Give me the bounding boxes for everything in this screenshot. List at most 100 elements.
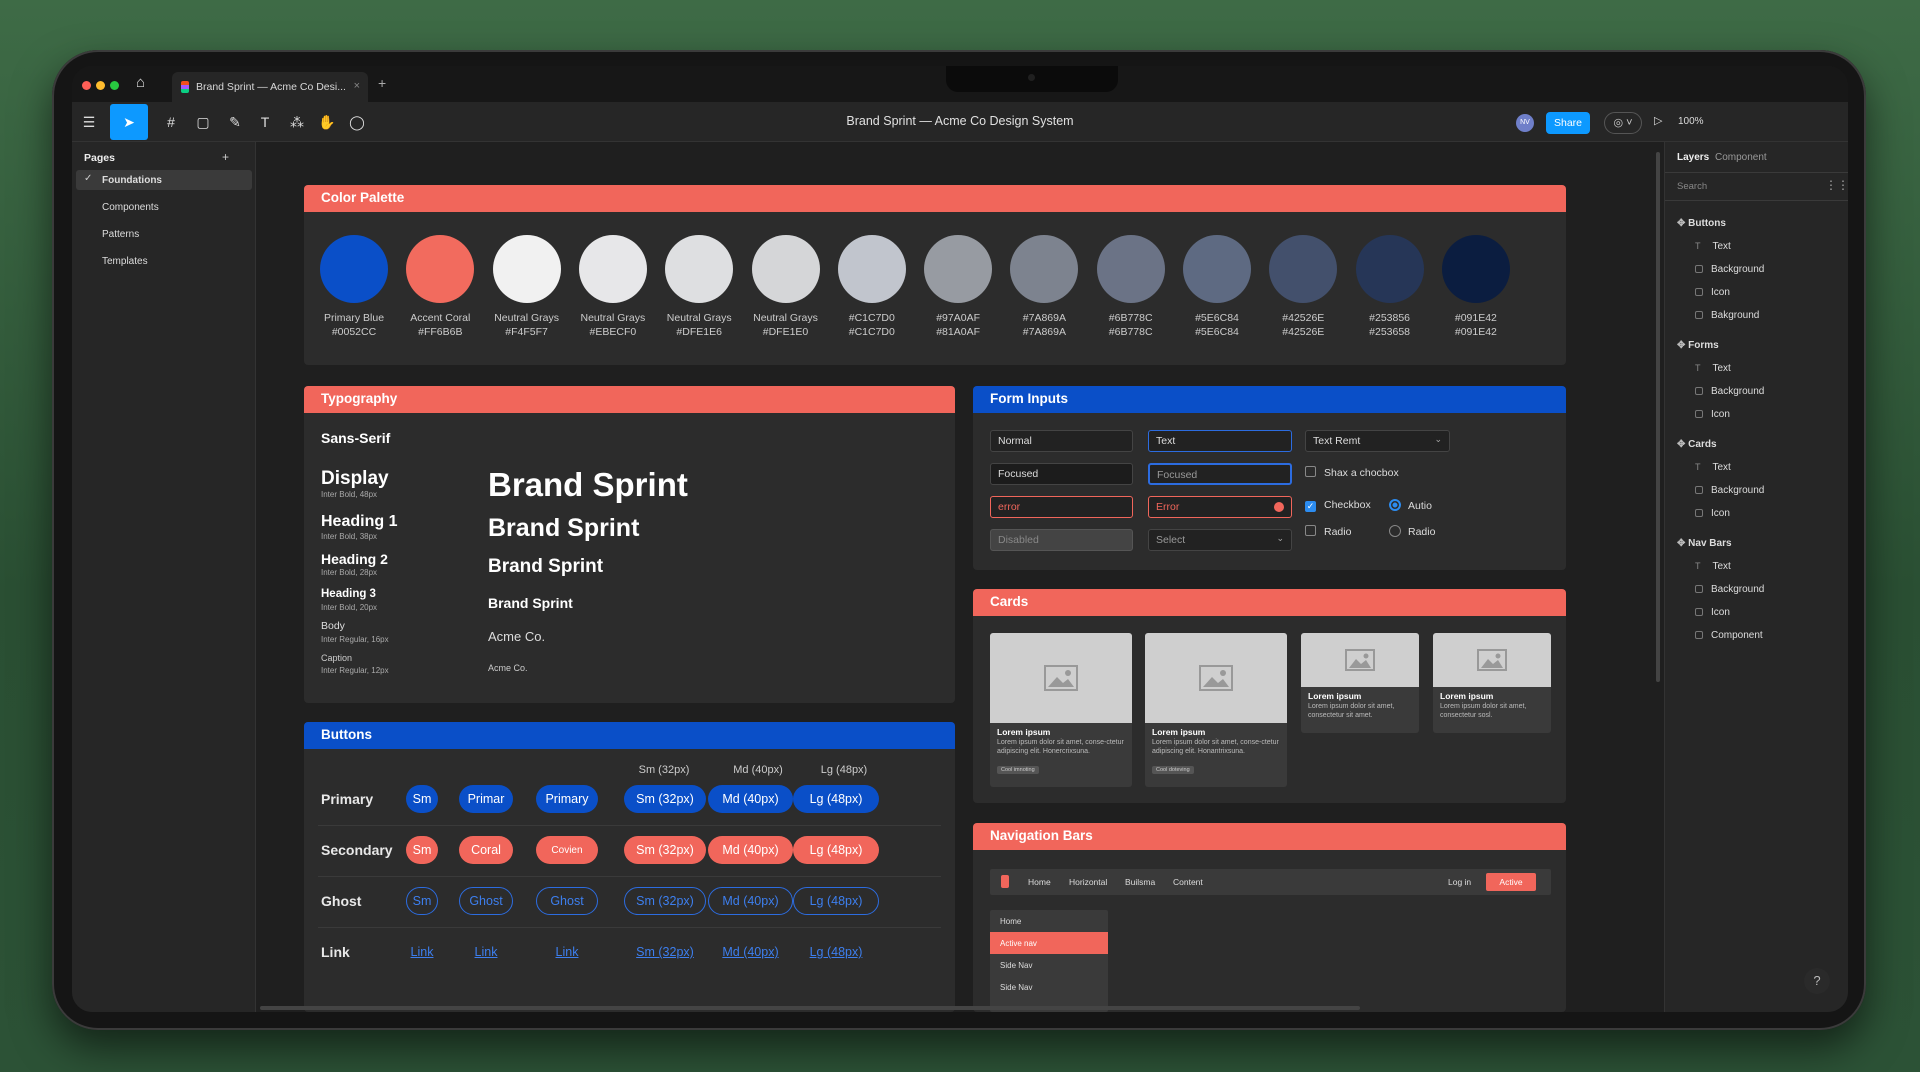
ghost-button[interactable]: Lg (48px) (793, 887, 879, 915)
ghost-button[interactable]: Ghost (536, 887, 598, 915)
layer-group[interactable]: ✥ Nav Bars (1677, 538, 1732, 549)
page-item-foundations[interactable]: Foundations (102, 175, 162, 186)
document-tab[interactable]: Brand Sprint — Acme Co Desi... × (172, 72, 368, 102)
error-input-icon-field[interactable]: Error (1148, 496, 1292, 518)
color-swatch[interactable]: Primary Blue #0052CC (319, 235, 389, 339)
nav-item-horizontal[interactable]: Horizontal (1069, 877, 1107, 887)
text-select-input[interactable]: Text Remt ⌄ (1305, 430, 1450, 452)
focused-input[interactable]: Focused (990, 463, 1133, 485)
side-nav-item[interactable]: Side Nav (990, 976, 1108, 998)
layer-item[interactable]: Background (1695, 264, 1764, 275)
help-button[interactable]: ? (1804, 968, 1830, 994)
color-swatch[interactable]: Neutral Grays #F4F5F7 (492, 235, 562, 339)
color-swatch[interactable]: Neutral Grays #DFE1E6 (664, 235, 734, 339)
layer-item[interactable]: Icon (1695, 508, 1730, 519)
card-small-2[interactable]: Lorem ipsum Lorem ipsum dolor sit amet, … (1433, 633, 1551, 733)
shax-checkbox[interactable]: Shax a chocbox (1305, 466, 1399, 479)
primary-button[interactable]: Lg (48px) (793, 785, 879, 813)
layer-group[interactable]: ✥ Forms (1677, 340, 1719, 351)
ghost-button[interactable]: Sm (406, 887, 438, 915)
radio-unselected[interactable]: Radio (1389, 525, 1435, 538)
normal-input[interactable]: Normal (990, 430, 1133, 452)
layer-item[interactable]: Icon (1695, 409, 1730, 420)
layer-item[interactable]: T Text (1695, 363, 1731, 374)
text-input[interactable]: Text (1148, 430, 1292, 452)
nav-item-builsma[interactable]: Builsma (1125, 877, 1155, 887)
layer-item[interactable]: Background (1695, 386, 1764, 397)
ghost-button[interactable]: Ghost (459, 887, 513, 915)
nav-active-button[interactable]: Active (1486, 873, 1536, 891)
nav-item-content[interactable]: Content (1173, 877, 1203, 887)
color-swatch[interactable]: #97A0AF #81A0AF (923, 235, 993, 339)
color-swatch[interactable]: Neutral Grays #DFE1E0 (751, 235, 821, 339)
select-dropdown[interactable]: Select ⌄ (1148, 529, 1292, 551)
prototype-settings-icon[interactable]: ◎ ˅ (1604, 112, 1642, 134)
card-small-1[interactable]: Lorem ipsum Lorem ipsum dolor sit amet, … (1301, 633, 1419, 733)
layer-item[interactable]: Background (1695, 584, 1764, 595)
side-nav-item[interactable]: Side Nav (990, 954, 1108, 976)
layers-search-input[interactable]: Search (1677, 181, 1707, 192)
close-window-button[interactable] (82, 81, 91, 90)
checkbox-checked[interactable]: ✓ Checkbox (1305, 499, 1371, 512)
minimize-window-button[interactable] (96, 81, 105, 90)
layer-item[interactable]: Icon (1695, 287, 1730, 298)
close-tab-icon[interactable]: × (354, 80, 360, 92)
color-swatch[interactable]: #42526E #42526E (1268, 235, 1338, 339)
layer-item[interactable]: Background (1695, 485, 1764, 496)
home-icon[interactable]: ⌂ (136, 74, 145, 91)
secondary-button[interactable]: Sm (406, 836, 438, 864)
filter-icon[interactable]: ⋮⋮ (1825, 178, 1848, 192)
zoom-level[interactable]: 100% (1678, 116, 1704, 127)
color-swatch[interactable]: #7A869A #7A869A (1009, 235, 1079, 339)
radio-selected[interactable]: Autio (1389, 499, 1432, 512)
new-tab-button[interactable]: + (378, 75, 386, 91)
link-button[interactable]: Link (459, 938, 513, 966)
secondary-button[interactable]: Coral (459, 836, 513, 864)
nav-login-link[interactable]: Log in (1448, 877, 1471, 887)
color-swatch[interactable]: #5E6C84 #5E6C84 (1182, 235, 1252, 339)
layer-item[interactable]: Component (1695, 630, 1763, 641)
error-input[interactable]: error (990, 496, 1133, 518)
maximize-window-button[interactable] (110, 81, 119, 90)
secondary-button[interactable]: Sm (32px) (624, 836, 706, 864)
ghost-button[interactable]: Sm (32px) (624, 887, 706, 915)
primary-button[interactable]: Primar (459, 785, 513, 813)
color-swatch[interactable]: Neutral Grays #EBECF0 (578, 235, 648, 339)
layer-group[interactable]: ✥ Buttons (1677, 218, 1726, 229)
layer-group[interactable]: ✥ Cards (1677, 439, 1717, 450)
link-button[interactable]: Md (40px) (708, 938, 793, 966)
secondary-button[interactable]: Md (40px) (708, 836, 793, 864)
ghost-button[interactable]: Md (40px) (708, 887, 793, 915)
add-page-button[interactable]: + (222, 150, 229, 164)
component-tab[interactable]: Component (1715, 152, 1767, 163)
secondary-button[interactable]: Covien (536, 836, 598, 864)
link-button[interactable]: Sm (32px) (624, 938, 706, 966)
user-avatar[interactable]: NV (1516, 114, 1534, 132)
checkbox-radio[interactable]: Radio (1305, 525, 1351, 538)
nav-item-home[interactable]: Home (1028, 877, 1051, 887)
layers-tab[interactable]: Layers (1677, 152, 1709, 163)
color-swatch[interactable]: #C1C7D0 #C1C7D0 (837, 235, 907, 339)
design-canvas[interactable]: Color Palette Primary Blue #0052CC Accent … (256, 142, 1664, 1012)
share-button[interactable]: Share (1546, 112, 1590, 134)
color-swatch[interactable]: #253856 #253658 (1355, 235, 1425, 339)
page-item-components[interactable]: Components (102, 202, 159, 213)
primary-button[interactable]: Primary (536, 785, 598, 813)
page-item-templates[interactable]: Templates (102, 256, 148, 267)
primary-button[interactable]: Md (40px) (708, 785, 793, 813)
side-nav-home[interactable]: Home (990, 910, 1108, 932)
color-swatch[interactable]: #091E42 #091E42 (1441, 235, 1511, 339)
layer-item[interactable]: T Text (1695, 241, 1731, 252)
page-item-patterns[interactable]: Patterns (102, 229, 139, 240)
side-nav-active[interactable]: Active nav (990, 932, 1108, 954)
present-play-icon[interactable]: ▷ (1654, 114, 1662, 127)
horizontal-scrollbar[interactable] (260, 1006, 1360, 1010)
primary-button[interactable]: Sm (32px) (624, 785, 706, 813)
link-button[interactable]: Link (406, 938, 438, 966)
layer-item[interactable]: Bakground (1695, 310, 1759, 321)
layer-item[interactable]: T Text (1695, 462, 1731, 473)
card-large-1[interactable]: Lorem ipsum Lorem ipsum dolor sit amet, … (990, 633, 1132, 787)
layer-item[interactable]: T Text (1695, 561, 1731, 572)
link-button[interactable]: Link (536, 938, 598, 966)
vertical-scrollbar[interactable] (1656, 152, 1660, 682)
